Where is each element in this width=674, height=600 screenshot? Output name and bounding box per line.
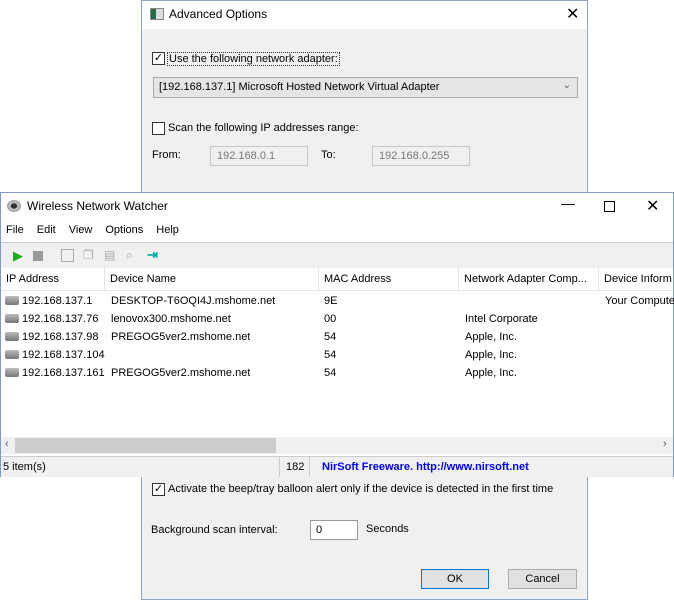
scrollbar-thumb[interactable]: [15, 438, 276, 453]
computer-icon: [5, 332, 19, 341]
table-cell: PREGOG5ver2.mshome.net: [111, 331, 251, 343]
scroll-right-icon[interactable]: ›: [663, 438, 667, 450]
table-cell: 54: [324, 349, 337, 361]
table-cell: 192.168.137.98: [22, 331, 99, 343]
main-window: Wireless Network Watcher — ✕ File Edit Vie…: [0, 192, 674, 477]
from-input[interactable]: 192.168.0.1: [210, 146, 308, 166]
table-cell: 192.168.137.76: [22, 313, 99, 325]
table-cell: Your Compute: [605, 295, 674, 307]
maximize-icon[interactable]: [604, 201, 615, 212]
find-icon[interactable]: ⌕: [126, 248, 133, 263]
cancel-button[interactable]: Cancel: [508, 569, 577, 589]
dialog-title: Advanced Options: [169, 7, 268, 21]
table-row[interactable]: 192.168.137.1 DESKTOP-T6OQI4J.mshome.net 9…: [1, 292, 674, 310]
table-row[interactable]: 192.168.137.98 PREGOG5ver2.mshome.net 54 Ap…: [1, 328, 673, 346]
use-adapter-checkbox[interactable]: ✓: [152, 52, 165, 65]
table-cell: 54: [324, 331, 337, 343]
column-mac-address[interactable]: MAC Address: [319, 267, 459, 291]
adapter-select-value: [192.168.137.1] Microsoft Hosted Network…: [159, 81, 440, 93]
interval-input[interactable]: 0: [310, 520, 358, 540]
minimize-icon[interactable]: —: [561, 195, 575, 211]
horizontal-scrollbar[interactable]: ‹ ›: [1, 437, 673, 454]
column-device-name[interactable]: Device Name: [105, 267, 319, 291]
stop-icon[interactable]: [33, 251, 43, 261]
table-cell: 9E: [324, 295, 338, 307]
window-title: Wireless Network Watcher: [27, 199, 168, 213]
dialog-titlebar: Advanced Options ✕: [142, 1, 587, 29]
menu-options[interactable]: Options: [105, 224, 143, 236]
table-cell: Intel Corporate: [465, 313, 538, 325]
status-bar: 5 item(s) 182 NirSoft Freeware. http://w…: [1, 456, 673, 477]
ok-button[interactable]: OK: [421, 569, 489, 589]
chevron-down-icon: ⌄: [562, 80, 571, 91]
column-adapter-company[interactable]: Network Adapter Comp...: [459, 267, 599, 291]
table-cell: 192.168.137.161: [22, 367, 105, 379]
to-input[interactable]: 192.168.0.255: [372, 146, 470, 166]
interval-unit-label: Seconds: [366, 523, 409, 535]
scan-range-label: Scan the following IP addresses range:: [168, 122, 359, 134]
table-cell: lenovox300.mshome.net: [111, 313, 231, 325]
copy-icon[interactable]: ❐: [83, 248, 94, 262]
menu-view[interactable]: View: [69, 224, 93, 236]
status-count: 182: [279, 457, 304, 477]
table-cell: Apple, Inc.: [465, 367, 517, 379]
save-icon[interactable]: [61, 249, 74, 262]
table-cell: 192.168.137.1: [22, 295, 93, 307]
app-icon: [7, 200, 21, 212]
table-row[interactable]: 192.168.137.104 54 Apple, Inc.: [1, 346, 673, 364]
adapter-select[interactable]: [192.168.137.1] Microsoft Hosted Network…: [153, 77, 578, 98]
computer-icon: [5, 314, 19, 323]
play-icon[interactable]: ▶: [13, 248, 23, 264]
beep-checkbox[interactable]: ✓: [152, 483, 165, 496]
menu-edit[interactable]: Edit: [37, 224, 56, 236]
table-cell: Apple, Inc.: [465, 349, 517, 361]
properties-icon[interactable]: ▤: [104, 248, 115, 262]
table-cell: PREGOG5ver2.mshome.net: [111, 367, 251, 379]
computer-icon: [5, 368, 19, 377]
table-row[interactable]: 192.168.137.76 lenovox300.mshome.net 00 Int…: [1, 310, 673, 328]
table-cell: Apple, Inc.: [465, 331, 517, 343]
column-ip-address[interactable]: IP Address: [1, 267, 105, 291]
scan-range-checkbox[interactable]: [152, 122, 165, 135]
status-item-count: 5 item(s): [3, 461, 46, 473]
table-cell: 00: [324, 313, 337, 325]
table-cell: 192.168.137.104: [22, 349, 105, 361]
table-row[interactable]: 192.168.137.161 PREGOG5ver2.mshome.net 54 A…: [1, 364, 673, 382]
beep-label: Activate the beep/tray balloon alert onl…: [168, 483, 554, 495]
app-icon: [150, 8, 164, 20]
close-icon[interactable]: ✕: [566, 4, 579, 24]
menu-help[interactable]: Help: [156, 224, 179, 236]
table-cell: 54: [324, 367, 337, 379]
nirsoft-link[interactable]: NirSoft Freeware. http://www.nirsoft.net: [309, 457, 529, 477]
table-header: IP Address Device Name MAC Address Netwo…: [1, 267, 673, 291]
scroll-left-icon[interactable]: ‹: [5, 438, 9, 450]
menu-file[interactable]: File: [6, 224, 24, 236]
from-label: From:: [152, 149, 181, 161]
interval-label: Background scan interval:: [151, 524, 278, 536]
toolbar: ▶ ❐ ▤ ⌕ ⇥: [1, 242, 673, 268]
table-cell: DESKTOP-T6OQI4J.mshome.net: [111, 295, 276, 307]
exit-icon[interactable]: ⇥: [147, 247, 158, 263]
column-device-information[interactable]: Device Inform: [599, 267, 673, 291]
computer-icon: [5, 296, 19, 305]
close-icon[interactable]: ✕: [646, 196, 659, 216]
use-adapter-label: Use the following network adapter:: [167, 52, 340, 66]
menu-bar: File Edit View Options Help: [6, 224, 192, 236]
computer-icon: [5, 350, 19, 359]
to-label: To:: [321, 149, 336, 161]
